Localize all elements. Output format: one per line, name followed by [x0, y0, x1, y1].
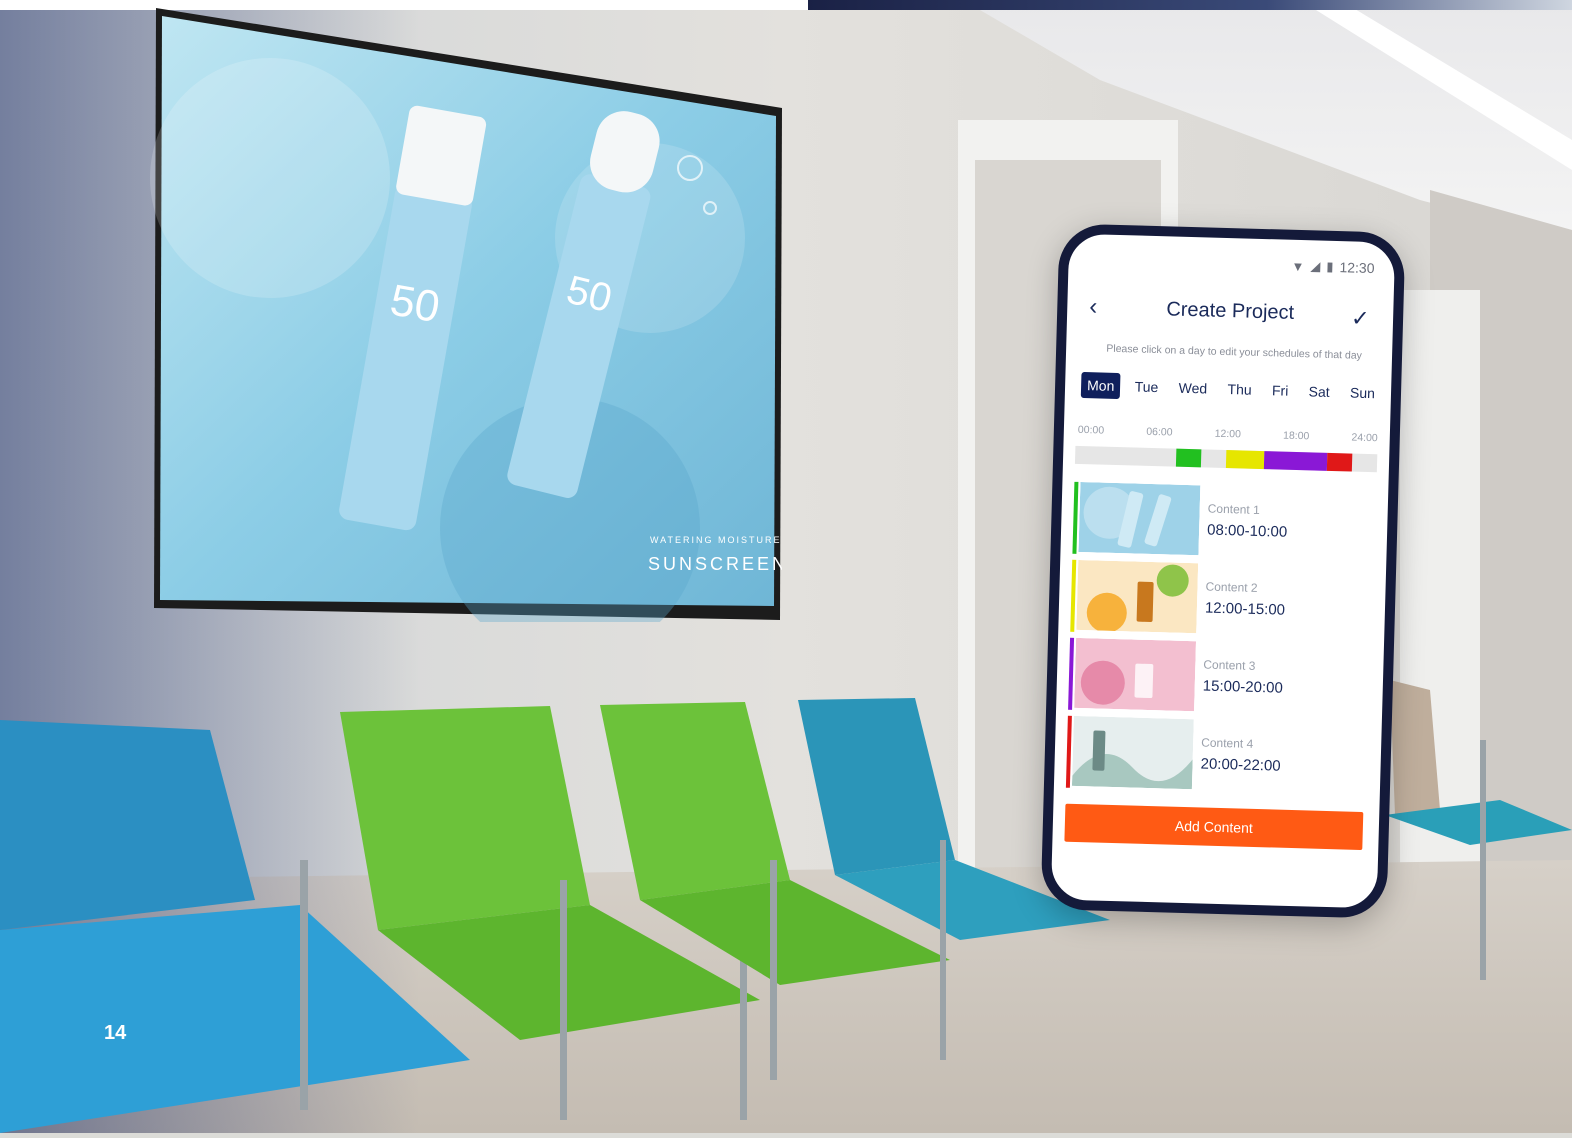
status-time: 12:30: [1339, 259, 1375, 277]
content-meta: Content 1 08:00-10:00: [1207, 502, 1288, 541]
phone-mockup: ▼ ◢ ▮ 12:30 ‹ Create Project ✓ Please cl…: [1040, 223, 1406, 919]
time-axis: 00:00 06:00 12:00 18:00 24:00: [1078, 424, 1378, 444]
day-tab-thu[interactable]: Thu: [1221, 376, 1258, 403]
battery-icon: ▮: [1326, 258, 1334, 274]
wifi-icon: ▼: [1291, 258, 1305, 274]
time-tick: 24:00: [1351, 431, 1378, 445]
top-navy-bar: [808, 0, 1572, 10]
schedule-hint: Please click on a day to edit your sched…: [1106, 342, 1363, 362]
signal-icon: ◢: [1310, 258, 1321, 274]
content-thumbnail: [1078, 481, 1201, 556]
time-tick: 06:00: [1146, 425, 1173, 439]
chevron-left-icon[interactable]: ‹: [1089, 290, 1116, 325]
tv-spf-1: 50: [387, 275, 444, 332]
content-time: 12:00-15:00: [1204, 599, 1286, 619]
content-meta: Content 3 15:00-20:00: [1203, 657, 1284, 696]
day-tab-fri[interactable]: Fri: [1266, 377, 1295, 404]
time-tick: 00:00: [1077, 423, 1105, 437]
status-bar: ▼ ◢ ▮ 12:30: [1291, 258, 1374, 276]
content-name: Content 2: [1205, 579, 1258, 595]
content-item-3[interactable]: Content 3 15:00-20:00: [1068, 636, 1372, 720]
content-color-bar: [1065, 715, 1072, 788]
day-tab-sat[interactable]: Sat: [1302, 378, 1336, 405]
content-item-4[interactable]: Content 4 20:00-22:00: [1065, 714, 1370, 798]
content-color-bar: [1072, 481, 1079, 554]
content-name: Content 1: [1207, 501, 1260, 517]
content-meta: Content 4 20:00-22:00: [1200, 735, 1281, 774]
schedule-timeline[interactable]: [1074, 445, 1378, 473]
day-tab-mon[interactable]: Mon: [1080, 371, 1121, 400]
timeline-segment[interactable]: [1175, 448, 1202, 468]
time-tick: 18:00: [1282, 429, 1310, 443]
tv-display: 50 50 WATERING MOISTURE SUNSCREEN: [150, 8, 785, 658]
day-tab-tue[interactable]: Tue: [1128, 373, 1164, 400]
content-name: Content 4: [1201, 735, 1254, 751]
content-thumbnail: [1074, 637, 1197, 712]
content-color-bar: [1068, 637, 1075, 710]
content-time: 08:00-10:00: [1206, 521, 1288, 541]
content-item-1[interactable]: Content 1 08:00-10:00: [1072, 480, 1376, 564]
page-title: Create Project: [1166, 297, 1295, 324]
check-icon[interactable]: ✓: [1351, 301, 1378, 336]
tv-ad-image: 50 50 WATERING MOISTURE SUNSCREEN: [150, 8, 785, 658]
content-color-bar: [1070, 559, 1077, 632]
day-tab-sun[interactable]: Sun: [1344, 379, 1382, 406]
day-tab-wed[interactable]: Wed: [1172, 375, 1213, 402]
time-tick: 12:00: [1214, 427, 1242, 441]
timeline-segment[interactable]: [1326, 452, 1353, 472]
timeline-segment[interactable]: [1263, 451, 1327, 471]
content-time: 20:00-22:00: [1200, 755, 1281, 775]
content-list: Content 1 08:00-10:00 Content 2 12:00-15…: [1065, 480, 1377, 800]
add-content-button[interactable]: Add Content: [1064, 803, 1364, 850]
tv-subhead: WATERING MOISTURE: [650, 535, 782, 545]
tv-headline: SUNSCREEN: [648, 554, 782, 574]
content-time: 15:00-20:00: [1202, 677, 1284, 697]
page-number: 14: [104, 1022, 127, 1044]
content-item-2[interactable]: Content 2 12:00-15:00: [1070, 558, 1374, 642]
content-name: Content 3: [1203, 657, 1256, 673]
content-meta: Content 2 12:00-15:00: [1205, 580, 1286, 619]
app-header: ‹ Create Project ✓: [1067, 290, 1394, 333]
timeline-segment[interactable]: [1225, 450, 1265, 470]
day-selector: Mon Tue Wed Thu Fri Sat Sun: [1080, 371, 1382, 406]
content-thumbnail: [1071, 715, 1194, 790]
content-thumbnail: [1076, 559, 1199, 634]
